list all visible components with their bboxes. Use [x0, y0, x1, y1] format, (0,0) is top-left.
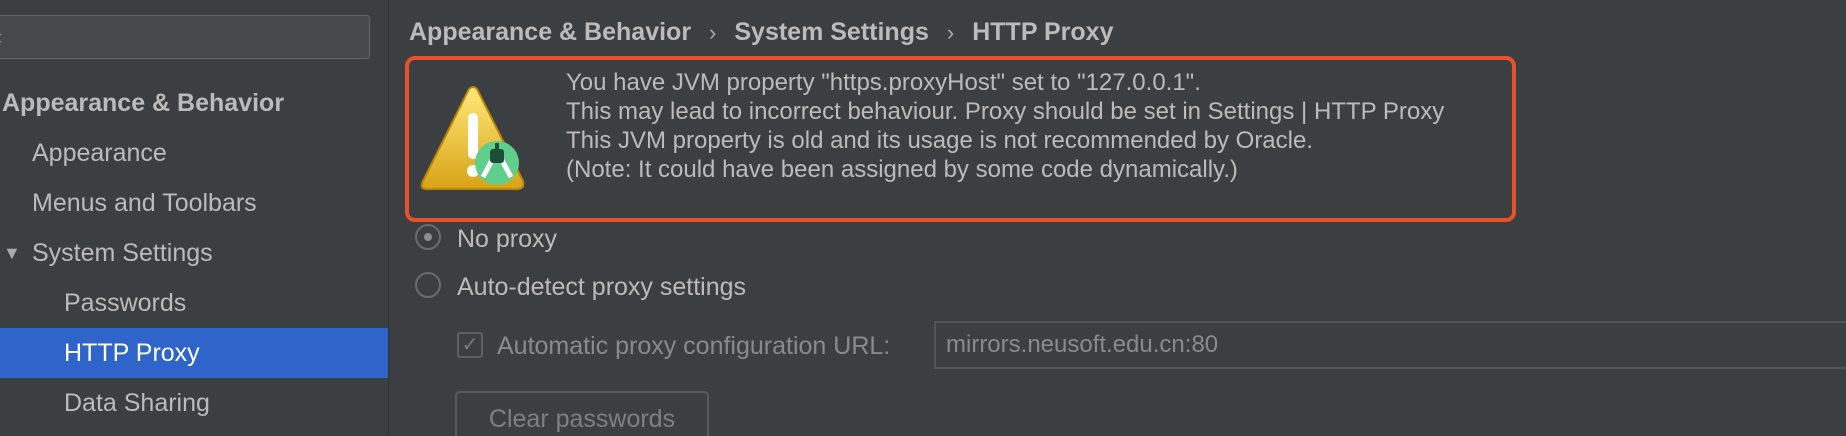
- sidebar-item-system-settings[interactable]: ▼ System Settings: [0, 228, 388, 278]
- auto-detect-radio[interactable]: [415, 272, 441, 298]
- breadcrumb-separator-icon: ›: [946, 20, 955, 45]
- sidebar-item-menus-toolbars[interactable]: Menus and Toolbars: [0, 178, 388, 228]
- sidebar-item-data-sharing[interactable]: Data Sharing: [0, 378, 388, 428]
- sidebar-item-http-proxy[interactable]: HTTP Proxy: [0, 328, 388, 378]
- breadcrumb-item: HTTP Proxy: [972, 18, 1114, 46]
- proxy-config-url-field[interactable]: mirrors.neusoft.edu.cn:80: [934, 321, 1846, 369]
- jvm-proxy-warning: You have JVM property "https.proxyHost" …: [405, 56, 1516, 222]
- breadcrumb-item[interactable]: Appearance & Behavior: [409, 18, 691, 46]
- no-proxy-label: No proxy: [457, 225, 558, 253]
- warning-text-line: (Note: It could have been assigned by so…: [566, 156, 1238, 183]
- no-proxy-radio[interactable]: [415, 224, 441, 250]
- auto-config-label: Automatic proxy configuration URL:: [497, 332, 891, 360]
- sidebar-item-appearance-behavior[interactable]: Appearance & Behavior: [0, 78, 388, 128]
- breadcrumb: Appearance & Behavior › System Settings › HT…: [409, 14, 1113, 50]
- sidebar-item-label: Passwords: [64, 289, 187, 317]
- sidebar-item-label: Menus and Toolbars: [32, 189, 257, 217]
- settings-sidebar: ‹ Appearance & Behavior Appearance Menus…: [0, 0, 389, 436]
- breadcrumb-item[interactable]: System Settings: [734, 18, 929, 46]
- sidebar-item-label: Data Sharing: [64, 389, 210, 417]
- sidebar-item-label: HTTP Proxy: [64, 339, 200, 367]
- warning-triangle-icon: [420, 86, 525, 190]
- settings-main-panel: Appearance & Behavior › System Settings › HT…: [389, 0, 1846, 436]
- sidebar-item-label: Appearance: [32, 139, 167, 167]
- search-icon: ‹: [0, 24, 2, 50]
- sidebar-item-label: System Settings: [32, 239, 213, 267]
- clear-passwords-button[interactable]: Clear passwords: [455, 391, 709, 436]
- expand-triangle-icon[interactable]: ▼: [3, 228, 21, 278]
- breadcrumb-separator-icon: ›: [709, 20, 717, 45]
- auto-config-checkbox[interactable]: ✓: [457, 332, 483, 358]
- auto-detect-label: Auto-detect proxy settings: [457, 273, 747, 301]
- sidebar-item-passwords[interactable]: Passwords: [0, 278, 388, 328]
- settings-search-input[interactable]: ‹: [0, 15, 370, 59]
- sidebar-item-appearance[interactable]: Appearance: [0, 128, 388, 178]
- sidebar-item-label: Appearance & Behavior: [2, 89, 285, 117]
